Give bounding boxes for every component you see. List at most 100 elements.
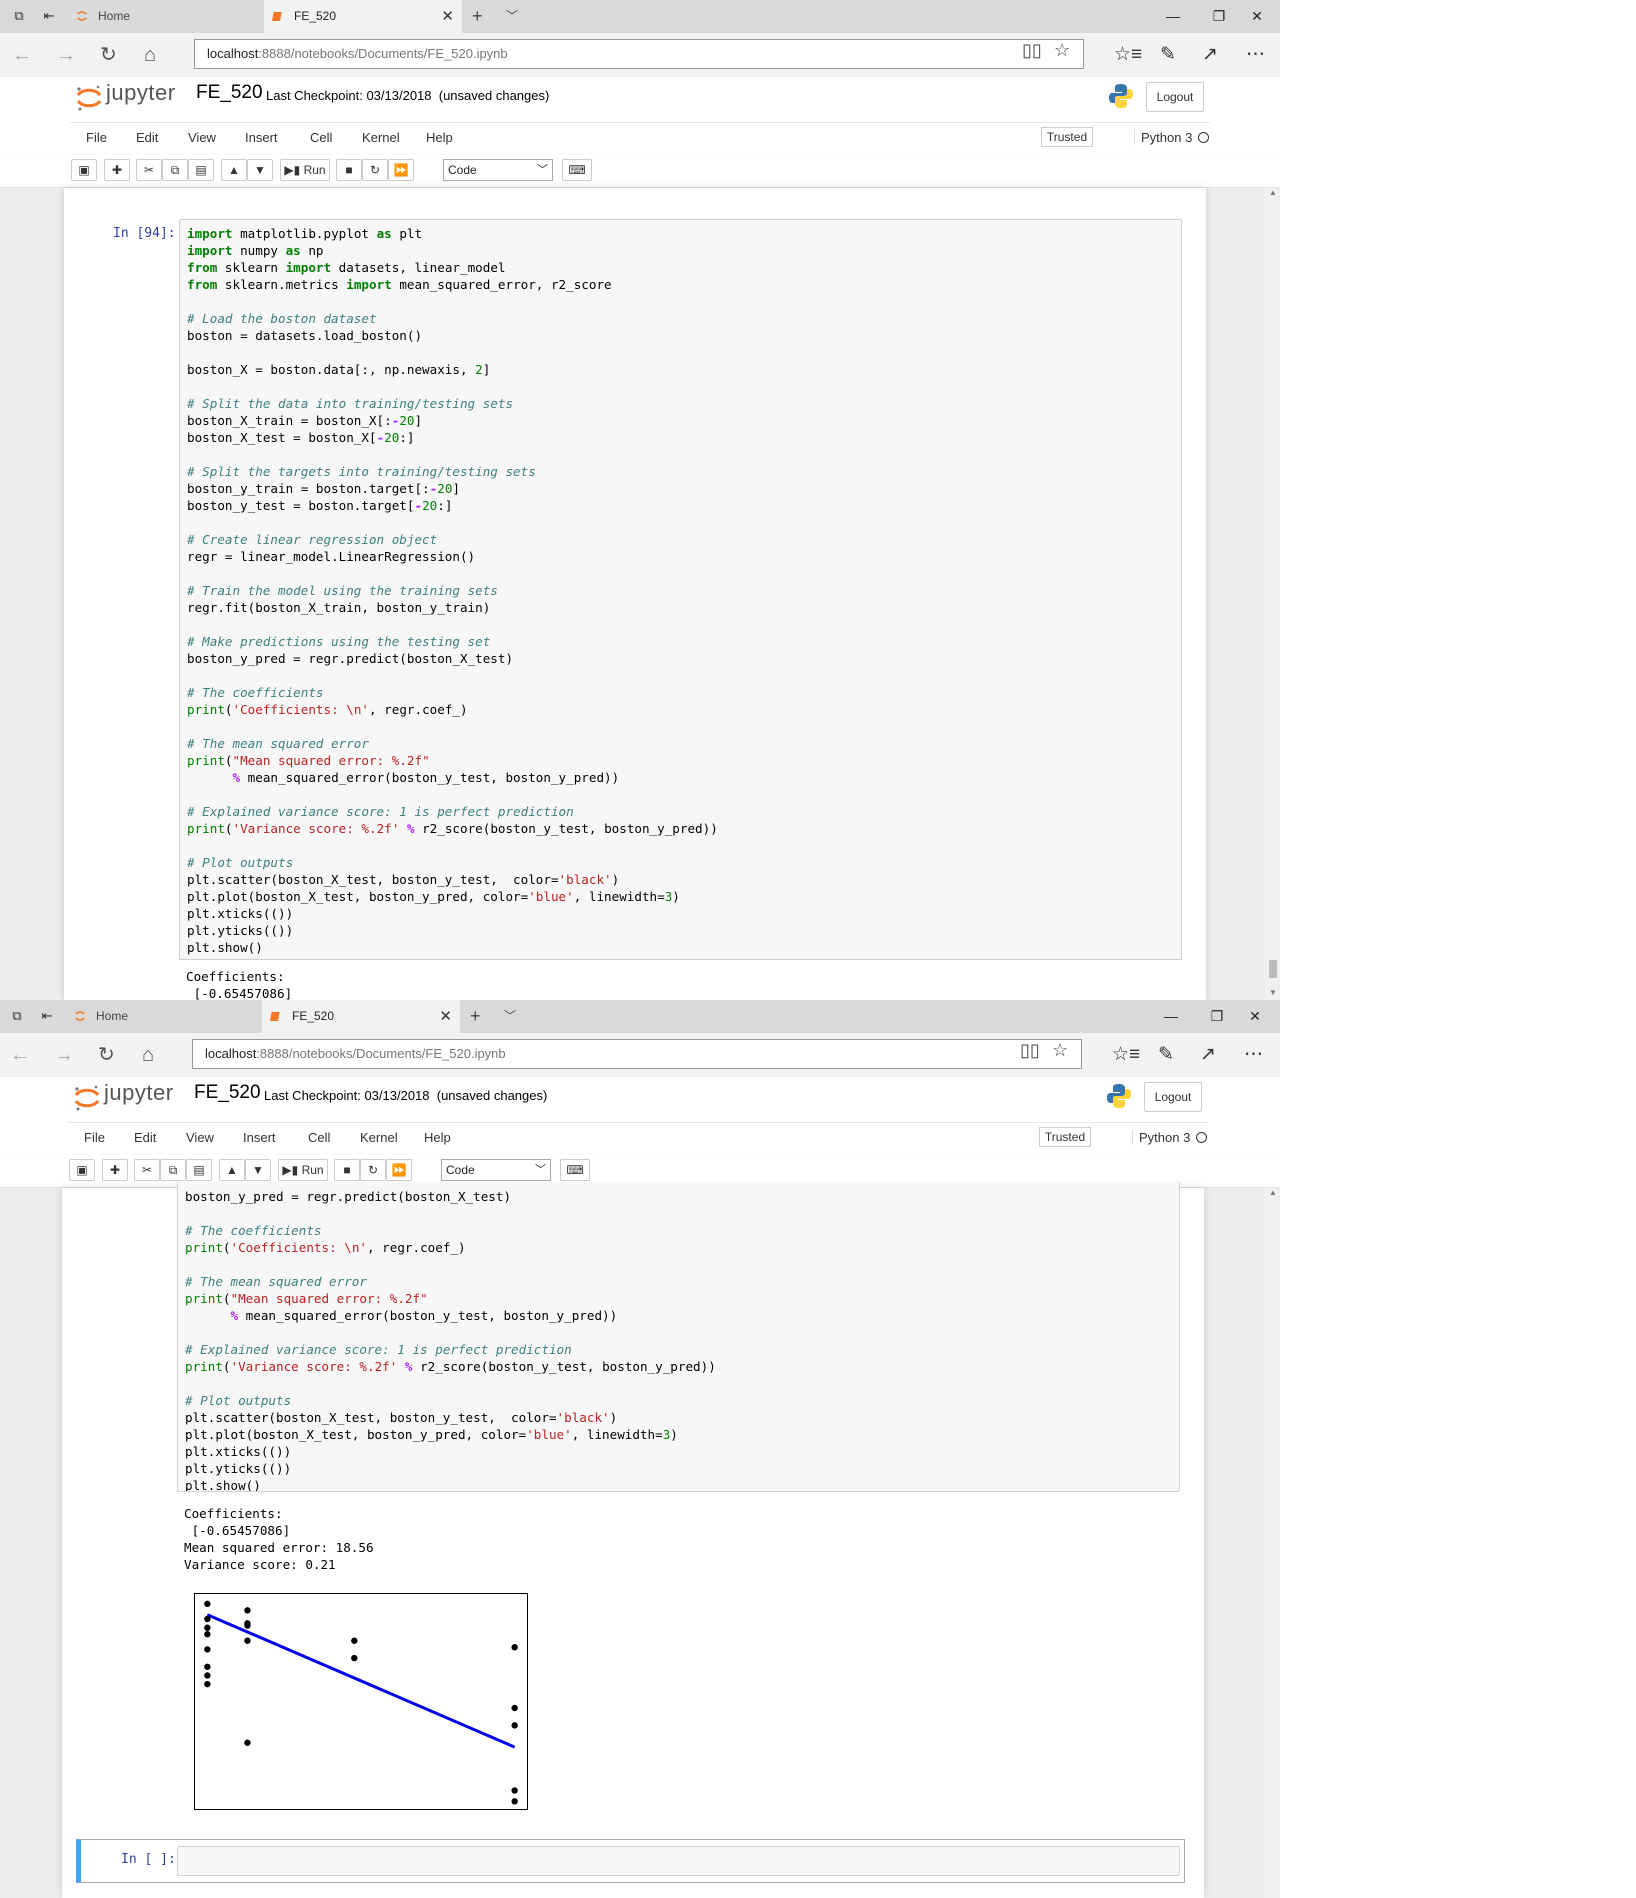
tab-home[interactable]: Home (66, 1000, 261, 1033)
code-text[interactable]: boston_y_pred = regr.predict(boston_X_te… (178, 1182, 1179, 1491)
menu-insert[interactable]: Insert (245, 130, 278, 145)
notebook-name[interactable]: FE_520 (196, 82, 263, 104)
menu-insert[interactable]: Insert (243, 1130, 276, 1145)
refresh-icon[interactable]: ↻ (100, 43, 117, 67)
address-bar[interactable]: localhost:8888/notebooks/Documents/FE_52… (194, 39, 1084, 69)
restart-icon[interactable]: ↻ (360, 1159, 386, 1181)
close-window-icon[interactable]: ✕ (1232, 1000, 1278, 1033)
command-palette-icon[interactable]: ⌨ (562, 159, 592, 181)
set-aside-tabs-icon[interactable]: ⇤ (36, 1006, 58, 1026)
move-up-icon[interactable]: ▲ (219, 1159, 245, 1181)
run-button[interactable]: ▶▮ Run (280, 159, 330, 181)
move-down-icon[interactable]: ▼ (245, 1159, 271, 1181)
vertical-scrollbar[interactable]: ▲ ▼ (1266, 188, 1280, 1000)
restart-run-all-icon[interactable]: ⏩ (386, 1159, 412, 1181)
menu-view[interactable]: View (186, 1130, 214, 1145)
notebook-name[interactable]: FE_520 (194, 1082, 261, 1104)
share-icon[interactable]: ↗ (1200, 1043, 1216, 1066)
close-tab-icon[interactable]: ✕ (441, 0, 454, 33)
trusted-indicator[interactable]: Trusted (1039, 1127, 1091, 1147)
share-icon[interactable]: ↗ (1202, 43, 1218, 66)
favorite-star-icon[interactable]: ☆ (1052, 1040, 1068, 1061)
web-note-pen-icon[interactable]: ✎ (1160, 43, 1176, 66)
address-bar[interactable]: localhost:8888/notebooks/Documents/FE_52… (192, 1039, 1082, 1069)
new-tab-icon[interactable]: + (470, 1000, 481, 1033)
jupyter-logo-text[interactable]: jupyter (106, 80, 176, 106)
close-tab-icon[interactable]: ✕ (439, 1000, 452, 1033)
forward-icon[interactable]: → (54, 1043, 74, 1067)
selected-empty-cell[interactable]: In [ ]: (76, 1839, 1185, 1883)
minimize-icon[interactable]: — (1150, 0, 1196, 33)
menu-edit[interactable]: Edit (134, 1130, 156, 1145)
home-icon[interactable]: ⌂ (144, 43, 156, 67)
trusted-indicator[interactable]: Trusted (1041, 127, 1093, 147)
interrupt-icon[interactable]: ■ (334, 1159, 360, 1181)
set-aside-tabs-icon[interactable]: ⇤ (38, 6, 60, 26)
more-options-icon[interactable]: ⋯ (1246, 43, 1265, 66)
insert-cell-icon[interactable]: ✚ (104, 159, 130, 181)
vertical-scrollbar[interactable]: ▲ (1266, 1188, 1280, 1898)
insert-cell-icon[interactable]: ✚ (102, 1159, 128, 1181)
scroll-thumb[interactable] (1269, 960, 1277, 978)
menu-cell[interactable]: Cell (310, 130, 332, 145)
favorites-hub-icon[interactable]: ☆≡ (1112, 1043, 1140, 1066)
reading-view-icon[interactable]: ▯▯ (1020, 1040, 1040, 1061)
tab-fe520[interactable]: FE_520 ✕ (264, 0, 462, 33)
interrupt-icon[interactable]: ■ (336, 159, 362, 181)
jupyter-logo-icon[interactable] (74, 83, 104, 113)
tab-preview-chevron-icon[interactable]: ﹀ (506, 0, 518, 33)
menu-file[interactable]: File (84, 1130, 105, 1145)
save-icon[interactable]: ▣ (71, 159, 97, 181)
web-note-pen-icon[interactable]: ✎ (1158, 1043, 1174, 1066)
refresh-icon[interactable]: ↻ (98, 1043, 115, 1067)
tab-actions-icon[interactable]: ⧉ (6, 1006, 28, 1026)
scroll-up-icon[interactable]: ▲ (1269, 188, 1277, 197)
cut-icon[interactable]: ✂ (134, 1159, 160, 1181)
command-palette-icon[interactable]: ⌨ (560, 1159, 590, 1181)
move-down-icon[interactable]: ▼ (247, 159, 273, 181)
menu-help[interactable]: Help (426, 130, 453, 145)
empty-code-input[interactable] (177, 1846, 1180, 1876)
jupyter-logo-text[interactable]: jupyter (104, 1080, 174, 1106)
menu-view[interactable]: View (188, 130, 216, 145)
tab-preview-chevron-icon[interactable]: ﹀ (504, 1000, 516, 1033)
tab-fe520[interactable]: FE_520 ✕ (262, 1000, 460, 1033)
menu-file[interactable]: File (86, 130, 107, 145)
jupyter-logo-icon[interactable] (72, 1083, 102, 1113)
favorites-hub-icon[interactable]: ☆≡ (1114, 43, 1142, 66)
copy-icon[interactable]: ⧉ (160, 1159, 186, 1181)
tab-home[interactable]: Home (68, 0, 263, 33)
new-tab-icon[interactable]: + (472, 0, 483, 33)
menu-kernel[interactable]: Kernel (362, 130, 400, 145)
home-icon[interactable]: ⌂ (142, 1043, 154, 1067)
menu-help[interactable]: Help (424, 1130, 451, 1145)
move-up-icon[interactable]: ▲ (221, 159, 247, 181)
paste-icon[interactable]: ▤ (186, 1159, 212, 1181)
copy-icon[interactable]: ⧉ (162, 159, 188, 181)
logout-button[interactable]: Logout (1146, 82, 1204, 112)
cell-type-select[interactable]: Code ﹀ (443, 159, 553, 181)
back-icon[interactable]: ← (10, 1043, 30, 1067)
code-text[interactable]: import matplotlib.pyplot as plt import n… (180, 220, 1181, 956)
scroll-up-icon[interactable]: ▲ (1269, 1188, 1277, 1197)
code-cell-input[interactable]: boston_y_pred = regr.predict(boston_X_te… (177, 1182, 1180, 1492)
menu-kernel[interactable]: Kernel (360, 1130, 398, 1145)
restart-icon[interactable]: ↻ (362, 159, 388, 181)
scroll-down-icon[interactable]: ▼ (1269, 988, 1277, 997)
forward-icon[interactable]: → (56, 43, 76, 67)
logout-button[interactable]: Logout (1144, 1082, 1202, 1112)
code-cell-input[interactable]: import matplotlib.pyplot as plt import n… (179, 219, 1182, 960)
save-icon[interactable]: ▣ (69, 1159, 95, 1181)
minimize-icon[interactable]: — (1148, 1000, 1194, 1033)
reading-view-icon[interactable]: ▯▯ (1022, 40, 1042, 61)
more-options-icon[interactable]: ⋯ (1244, 1043, 1263, 1066)
tab-actions-icon[interactable]: ⧉ (8, 6, 30, 26)
paste-icon[interactable]: ▤ (188, 159, 214, 181)
back-icon[interactable]: ← (12, 43, 32, 67)
favorite-star-icon[interactable]: ☆ (1054, 40, 1070, 61)
run-button[interactable]: ▶▮ Run (278, 1159, 328, 1181)
menu-edit[interactable]: Edit (136, 130, 158, 145)
close-window-icon[interactable]: ✕ (1234, 0, 1280, 33)
cell-type-select[interactable]: Code ﹀ (441, 1159, 551, 1181)
restart-run-all-icon[interactable]: ⏩ (388, 159, 414, 181)
